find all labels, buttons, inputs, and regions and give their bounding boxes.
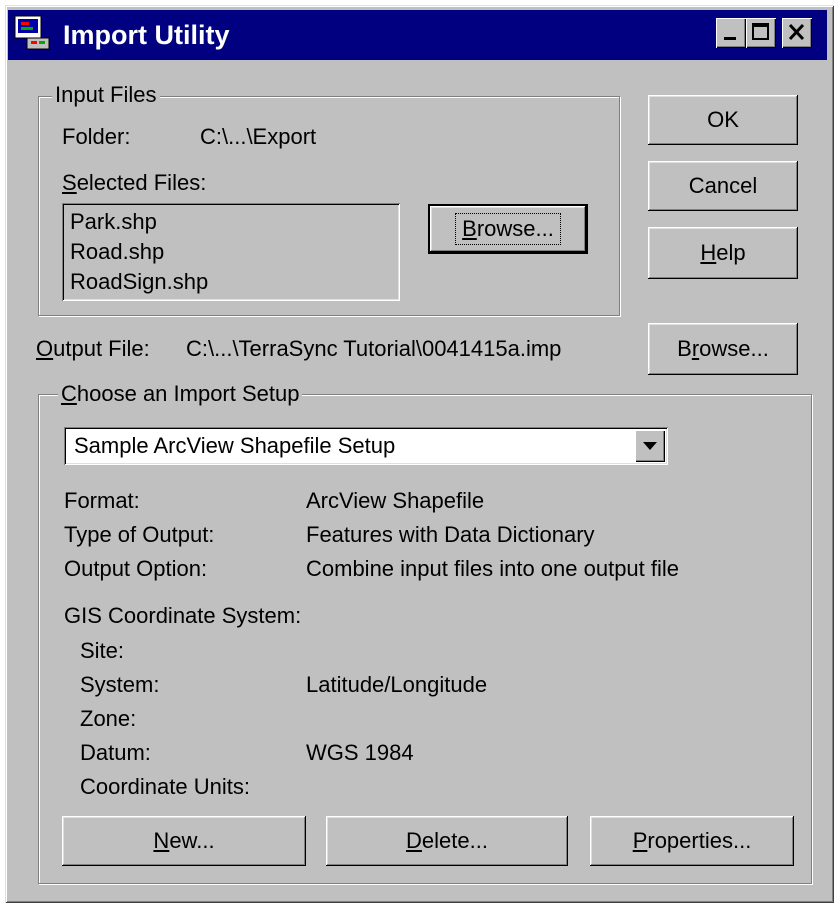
datum-label: Datum: [80,740,151,765]
button-label: elete... [421,828,488,853]
focus-indicator: Browse... [455,213,561,245]
import-setup-group [38,394,812,884]
hotkey-letter: H [700,240,717,265]
button-label: owse... [699,336,769,361]
zone-label: Zone: [80,706,137,731]
system-label: System: [80,672,160,697]
hotkey-letter: C [61,381,77,406]
input-files-legend: Input Files [52,82,160,108]
label-text: utput File: [53,336,150,361]
hotkey-letter: D [406,828,422,853]
output-option-label: Output Option: [64,556,208,581]
selected-setup: Sample ArcView Shapefile Setup [74,433,396,458]
hotkey-letter: B [462,216,477,241]
format-label: Format: [64,488,140,513]
browse-input-button[interactable]: Browse... [430,206,586,252]
import-setup-select[interactable]: Sample ArcView Shapefile Setup [64,427,668,465]
list-item[interactable]: Road.shp [70,239,164,265]
button-label: elp [716,240,746,265]
list-item[interactable]: RoadSign.shp [70,269,208,295]
maximize-icon [752,23,769,40]
button-label: roperties... [647,828,752,853]
gis-coordinate-system-label: GIS Coordinate System: [64,603,302,628]
selected-files-list[interactable]: Park.shp Road.shp RoadSign.shp [62,203,400,301]
folder-label: Folder: [62,124,131,149]
ok-button[interactable]: OK [648,95,798,145]
dropdown-button[interactable] [635,430,665,462]
properties-button[interactable]: Properties... [590,816,794,866]
output-option-value: Combine input files into one output file [306,556,680,581]
maximize-button[interactable] [746,18,776,48]
app-icon [14,15,50,50]
new-button[interactable]: New... [62,816,306,866]
browse-output-button[interactable]: Br owse... [648,323,798,375]
import-setup-legend: Choose an Import Setup [58,381,303,407]
type-of-output-value: Features with Data Dictionary [306,522,595,547]
output-file-value: C:\...\TerraSync Tutorial\0041415a.imp [186,336,562,361]
help-button[interactable]: Help [648,227,798,279]
list-item[interactable]: Park.shp [70,209,157,235]
chevron-down-icon [643,442,657,450]
close-icon [788,23,805,41]
label-text: elected Files: [76,170,207,195]
button-label: rowse... [476,216,554,241]
folder-value: C:\...\Export [200,124,317,149]
format-value: ArcView Shapefile [306,488,485,513]
output-file-label: Output File: [36,336,150,362]
minimize-button[interactable] [716,18,746,48]
delete-button[interactable]: Delete... [326,816,568,866]
button-label: ew... [169,828,215,853]
hotkey-letter: O [36,336,54,361]
hotkey-letter: r [691,336,700,361]
close-button[interactable] [782,18,812,48]
selected-files-label: Selected Files: [62,170,206,196]
datum-value: WGS 1984 [306,740,414,765]
cancel-button[interactable]: Cancel [648,161,798,211]
system-value: Latitude/Longitude [306,672,488,697]
button-label: B [677,336,692,361]
type-of-output-label: Type of Output: [64,522,215,547]
window-title: Import Utility [63,20,230,50]
minimize-icon [724,37,736,40]
hotkey-letter: N [153,828,170,853]
hotkey-letter: P [632,828,648,853]
hotkey-letter: S [62,170,77,195]
legend-text: hoose an Import Setup [76,381,300,406]
site-label: Site: [80,638,125,663]
coordinate-units-label: Coordinate Units: [80,774,250,799]
